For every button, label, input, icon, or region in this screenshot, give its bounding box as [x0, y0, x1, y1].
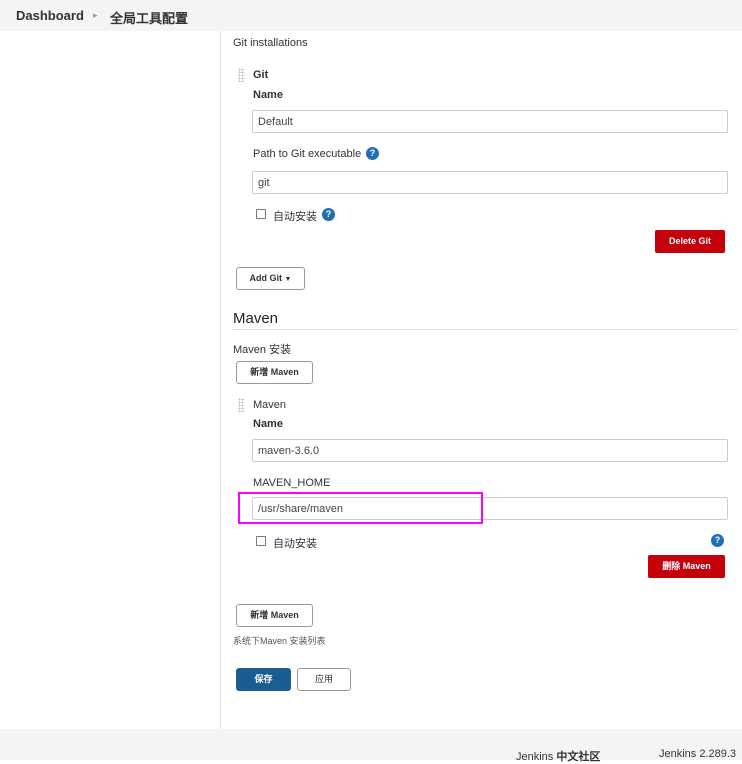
- drag-handle-icon[interactable]: [238, 398, 245, 412]
- maven-home-label: MAVEN_HOME: [253, 477, 331, 489]
- footer-version[interactable]: Jenkins 2.289.3: [659, 748, 736, 760]
- apply-button[interactable]: 应用: [297, 668, 351, 691]
- git-auto-install-checkbox[interactable]: [256, 209, 266, 219]
- add-maven-button-bottom[interactable]: 新增 Maven: [236, 604, 313, 627]
- help-icon[interactable]: ?: [322, 208, 335, 221]
- add-git-label: Add Git: [249, 273, 283, 283]
- sidebar-divider: [220, 31, 221, 729]
- caret-down-icon: ▼: [284, 276, 292, 283]
- section-divider: [233, 329, 738, 330]
- footer: [0, 729, 742, 760]
- highlight-box: [238, 492, 483, 524]
- footer-community-link[interactable]: Jenkins 中文社区: [516, 748, 600, 764]
- breadcrumb-dashboard[interactable]: Dashboard: [16, 8, 84, 23]
- delete-maven-button[interactable]: 删除 Maven: [648, 555, 725, 578]
- add-maven-button-top[interactable]: 新增 Maven: [236, 361, 313, 384]
- maven-entry-title: Maven: [253, 399, 287, 411]
- save-button[interactable]: 保存: [236, 668, 291, 691]
- git-path-input[interactable]: [252, 171, 728, 194]
- breadcrumb-current[interactable]: 全局工具配置: [110, 8, 188, 27]
- delete-git-button[interactable]: Delete Git: [655, 230, 725, 253]
- git-entry-title: Git: [253, 69, 269, 81]
- git-name-label: Name: [253, 89, 283, 101]
- help-icon[interactable]: ?: [711, 534, 724, 547]
- maven-section-title: Maven: [233, 310, 279, 327]
- drag-handle-icon[interactable]: [238, 68, 245, 82]
- maven-auto-install-checkbox[interactable]: [256, 536, 266, 546]
- chevron-right-icon: ▸: [93, 10, 98, 20]
- git-auto-install-label: 自动安装: [273, 211, 317, 223]
- maven-list-description: 系统下Maven 安装列表: [233, 636, 326, 646]
- maven-installations-label: Maven 安装: [233, 344, 292, 356]
- maven-name-label: Name: [253, 418, 283, 430]
- add-git-button[interactable]: Add Git ▼: [236, 267, 305, 290]
- git-installations-label: Git installations: [233, 37, 308, 49]
- git-name-input[interactable]: [252, 110, 728, 133]
- maven-name-input[interactable]: [252, 439, 728, 462]
- help-icon[interactable]: ?: [366, 147, 379, 160]
- git-path-label: Path to Git executable: [253, 148, 362, 160]
- footer-community-bold: 中文社区: [556, 751, 601, 763]
- footer-community-prefix: Jenkins: [516, 751, 557, 763]
- maven-auto-install-label: 自动安装: [273, 538, 317, 550]
